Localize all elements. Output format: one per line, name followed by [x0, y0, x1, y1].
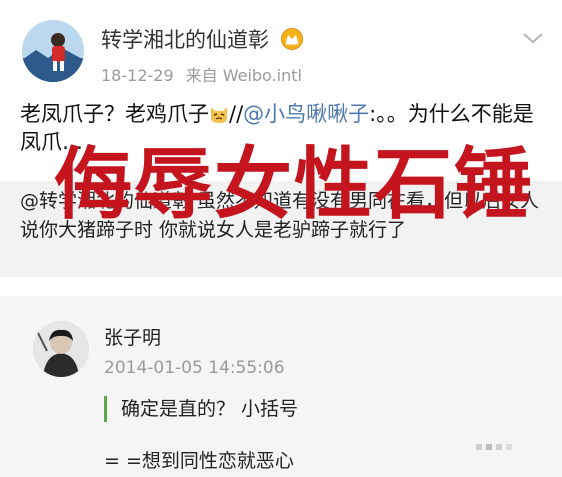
- post-text-part: 老凤爪子？老鸡爪子: [20, 102, 209, 126]
- gold-verified-badge-icon: [280, 27, 304, 56]
- mention-link[interactable]: @小鸟啾啾子: [243, 102, 369, 126]
- user-avatar[interactable]: [22, 20, 84, 82]
- overlay-headline: 侮辱女性石锤: [54, 140, 535, 230]
- cat-emoji-icon: [209, 103, 229, 123]
- quoted-text: 确定是直的？ 小括号: [104, 396, 298, 422]
- comment-timestamp: 2014-01-05 14:55:06: [104, 358, 285, 378]
- more-dots-icon[interactable]: [476, 443, 512, 451]
- comment-text: = =想到同性恋就恶心: [104, 450, 294, 472]
- post-author-name[interactable]: 转学湘北的仙道彰: [101, 24, 304, 56]
- post-date: 18-12-29: [101, 66, 174, 85]
- username-text[interactable]: 转学湘北的仙道彰: [101, 28, 269, 52]
- commenter-name[interactable]: 张子明: [104, 323, 161, 350]
- post-text-part: //: [229, 102, 244, 126]
- comment-card: 张子明 2014-01-05 14:55:06 确定是直的？ 小括号 = =想到…: [0, 296, 562, 477]
- post-meta: 18-12-29 来自 Weibo.intl: [101, 62, 302, 86]
- chevron-down-icon[interactable]: [521, 30, 545, 46]
- post-source: 来自 Weibo.intl: [185, 66, 302, 85]
- commenter-avatar[interactable]: [33, 321, 89, 377]
